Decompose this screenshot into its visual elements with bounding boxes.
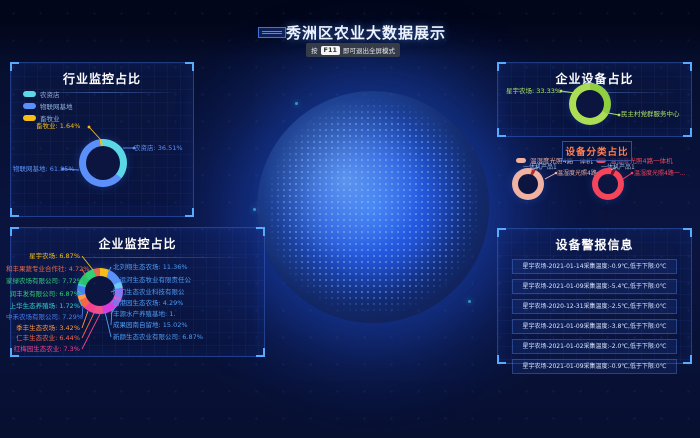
legend-label: 农资店	[40, 89, 60, 99]
chart-label: 温湿度光照4路一...	[634, 170, 686, 178]
alarm-row: 星宇农场-2021-01-09采集温度:-5.4℃,低于下限:0℃	[512, 279, 677, 294]
page-title: 秀洲区农业大数据展示	[0, 22, 700, 43]
legend-item: 农资店	[23, 89, 60, 99]
glow-dot	[468, 300, 471, 303]
chart-label: 新颜生态农业有限公司: 6.87%	[113, 333, 203, 341]
classification-donut-chart[interactable]	[512, 168, 544, 200]
chart-label: 物联网基地: 61.85%	[13, 165, 75, 173]
fullscreen-hint: 按 F11 即可退出全屏模式	[306, 43, 400, 57]
chart-label: 季丰生态农场: 3.42%	[6, 324, 80, 332]
legend-swatch	[516, 158, 526, 163]
chart-label: 大运河生态牧业有限责任公	[113, 276, 191, 284]
legend-swatch	[23, 103, 36, 109]
chart-label: 星宇农场: 6.87%	[6, 252, 80, 260]
dashboard-stage: 秀洲区农业大数据展示 按 F11 即可退出全屏模式 行业监控占比 农资店 物联网…	[0, 0, 700, 438]
chart-label: 和丰果蔬专业合作社: 4.72%	[6, 265, 80, 273]
alarm-row: 星宇农场-2021-01-09采集温度:-3.8℃,低于下限:0℃	[512, 319, 677, 334]
hint-suffix: 即可退出全屏模式	[343, 45, 395, 55]
hint-prefix: 按	[311, 45, 318, 55]
glow-dot	[253, 208, 256, 211]
legend-label: 物联网基地	[40, 101, 73, 111]
alarm-panel: 设备警报信息 星宇农场-2021-01-14采集温度:-0.9℃,低于下限:0℃…	[497, 228, 692, 364]
industry-donut-chart[interactable]	[79, 139, 127, 187]
legend-swatch	[23, 115, 36, 121]
chart-label: 民主村党群服务中心	[621, 110, 680, 118]
enterprise-panel-title: 企业监控占比	[11, 228, 264, 252]
chart-label: 中禾农场有限公司: 7.29%	[6, 313, 80, 321]
alarm-row: 星宇农场-2021-01-09采集温度:-0.9℃,低于下限:0℃	[512, 359, 677, 374]
chart-label: 仁丰生态农业: 6.44%	[6, 334, 80, 342]
classification-title: 设备分类占比	[562, 141, 632, 161]
chart-label: 北刘翔生态农场: 11.36%	[113, 263, 188, 271]
brand-logo-icon	[258, 27, 286, 38]
globe-visualization	[257, 91, 489, 323]
chart-label: 家绿农场有限公司: 7.72%	[6, 277, 80, 285]
chart-label: 丰源水产养殖基地: 1.	[113, 310, 175, 318]
alarm-row: 星宇农场-2021-01-02采集温度:-2.0℃,低于下限:0℃	[512, 339, 677, 354]
device-donut-chart[interactable]	[569, 83, 611, 125]
classification-donut-chart[interactable]	[592, 168, 624, 200]
chart-label: 畜牧业: 1.64%	[36, 122, 80, 130]
alarm-row: 星宇农场-2021-01-14采集温度:-0.9℃,低于下限:0℃	[512, 259, 677, 274]
industry-panel-title: 行业监控占比	[11, 63, 193, 87]
alarm-row: 星宇农场-2020-12-31采集温度:-2.5℃,低于下限:0℃	[512, 299, 677, 314]
chart-label: 陆门生态农业科技有限公	[113, 288, 185, 296]
f11-key: F11	[321, 46, 341, 55]
legend-item: 物联网基地	[23, 101, 73, 111]
glow-dot	[295, 102, 298, 105]
chart-label: 星宇农场: 33.33%	[506, 87, 561, 95]
chart-label: 上华生态养殖场: 1.72%	[6, 302, 80, 310]
chart-label: 润丰发有限公司: 6.87%	[6, 290, 80, 298]
chart-label: 农资店: 36.51%	[134, 144, 183, 152]
chart-label: 成果园南自留地: 15.02%	[113, 321, 188, 329]
alarm-panel-title: 设备警报信息	[498, 229, 691, 253]
legend-swatch	[23, 91, 36, 97]
chart-label: 红梅园生态农业: 7.3%	[6, 345, 80, 353]
chart-label: 嘉港园生态农场: 4.29%	[113, 299, 183, 307]
